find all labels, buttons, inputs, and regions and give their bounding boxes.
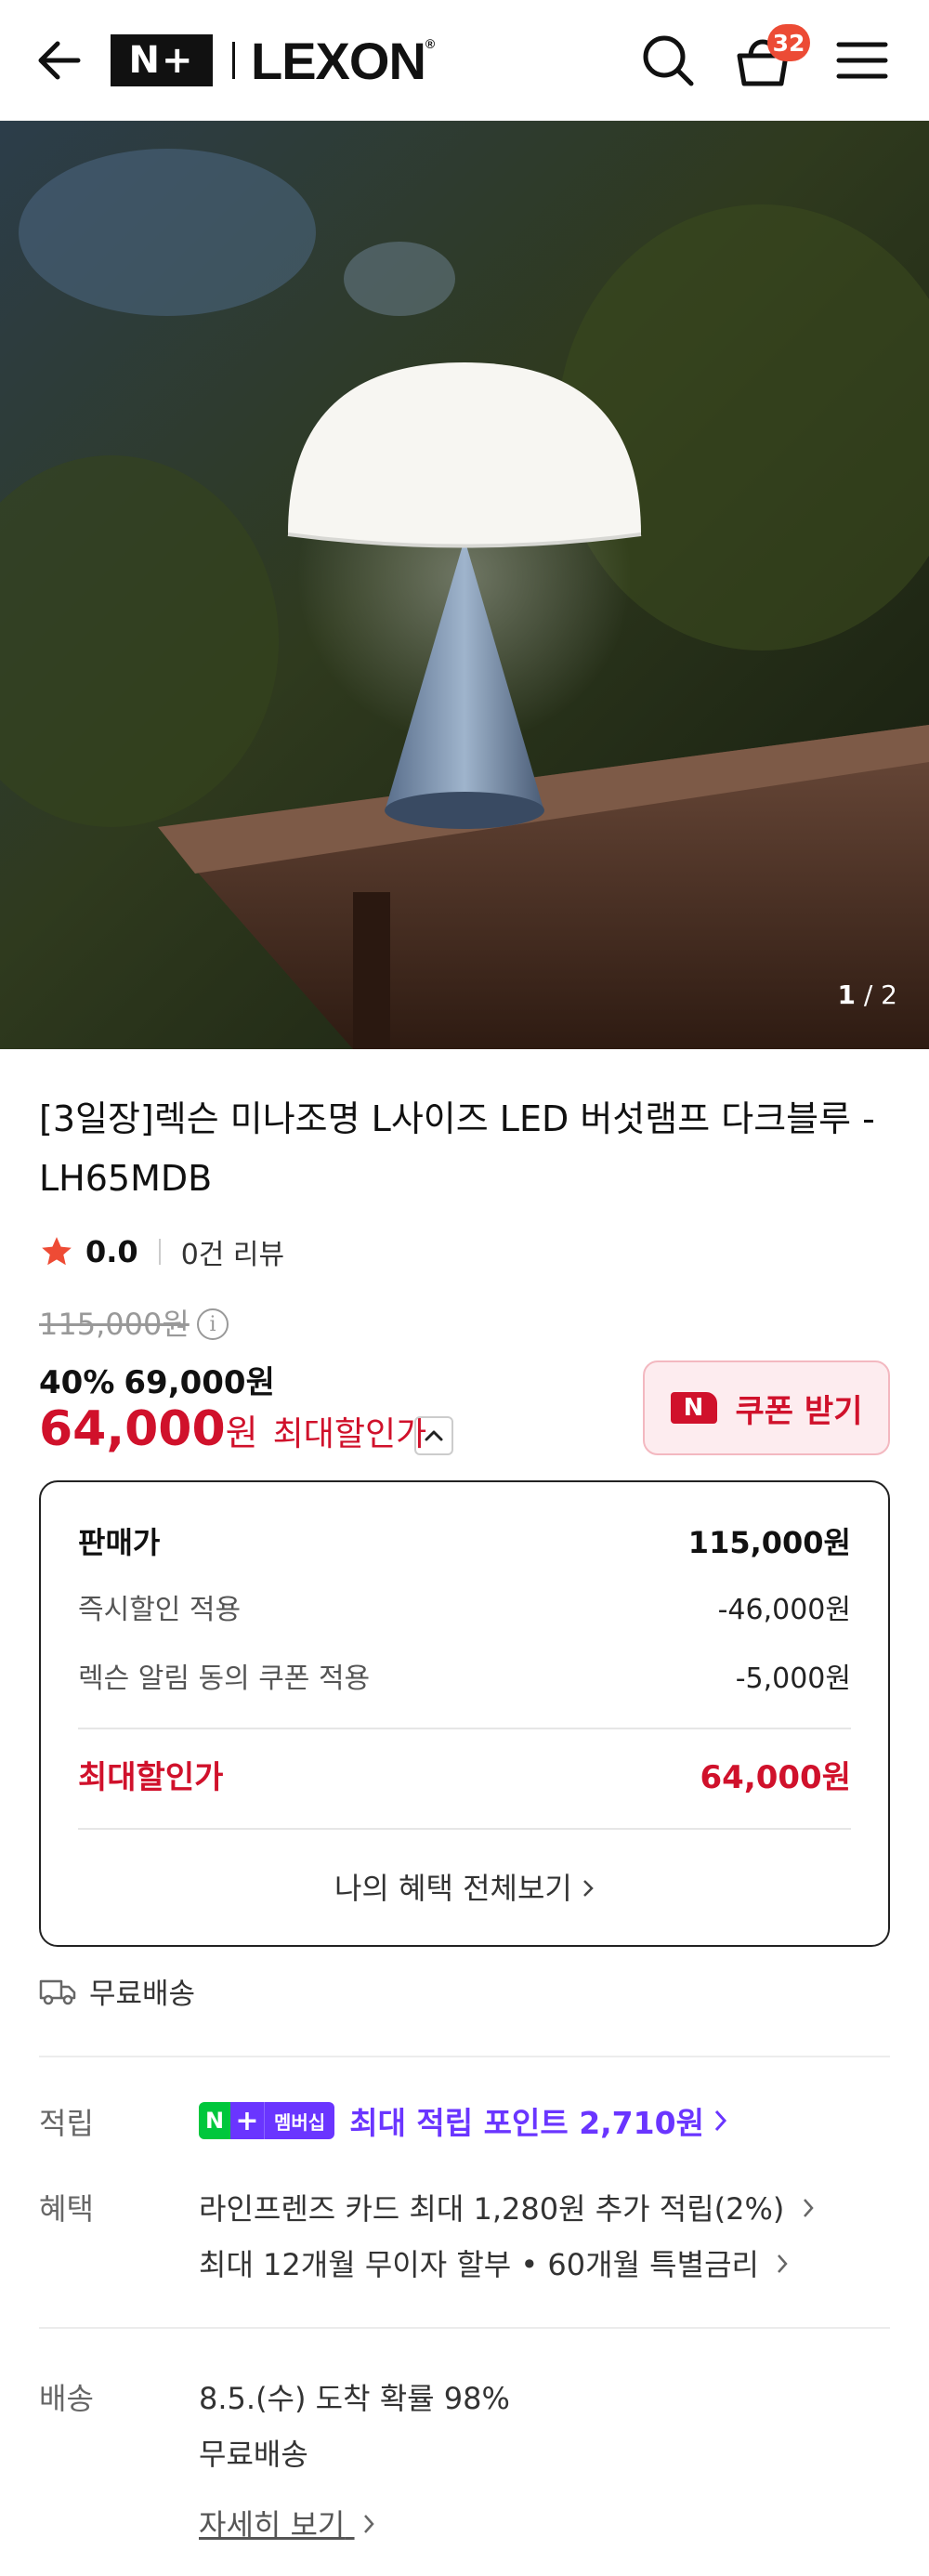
product-title: [3일장]렉슨 미나조명 L사이즈 LED 버섯램프 다크블루 - LH65MD… [39,1098,875,1199]
hamburger-menu-icon[interactable] [830,28,895,93]
chevron-right-icon [583,1880,594,1897]
breakdown-row: 렉슨 알림 동의 쿠폰 적용 -5,000원 [78,1655,851,1696]
naver-plus-logo[interactable]: N+ [111,34,213,86]
pager-separator: / [863,979,873,1010]
breakdown-label: 판매가 [78,1525,161,1560]
benefits-label: 혜택 [39,2191,94,2227]
delivery-details-link[interactable]: 자세히 보기 [199,2502,375,2544]
card-benefit-link[interactable]: 라인프렌즈 카드 최대 1,280원 추가 적립(2%) [199,2186,815,2228]
card-benefit-text: 라인프렌즈 카드 최대 1,280원 추가 적립(2%) [199,2191,785,2227]
cart-count-badge: 32 [767,24,810,61]
sale-price-row: 40% 69,000원 [39,1357,275,1402]
divider [78,1728,851,1729]
naver-n-icon: N [199,2102,230,2139]
free-shipping-label: 무료배송 [89,1978,196,2011]
arrival-estimate: 8.5.(수) 도착 확률 98% [199,2381,510,2416]
free-shipping-tag: 무료배송 [39,1970,195,2012]
get-coupon-button[interactable]: N 쿠폰 받기 [643,1360,890,1455]
naver-coupon-icon: N [670,1392,717,1424]
max-price-unit: 원 [225,1413,258,1453]
star-icon [42,1237,72,1266]
brand-divider [232,42,235,79]
back-arrow-icon[interactable] [33,33,89,88]
points-label: 적립 [39,2106,94,2141]
max-price-amount: 64,000 [39,1401,226,1457]
chevron-right-icon [803,2199,814,2217]
rating-score: 0.0 [85,1234,138,1269]
pager-current: 1 [837,979,856,1010]
chevron-right-icon [363,2515,374,2533]
breakdown-value: 115,000원 [687,1525,851,1560]
rating-row[interactable]: 0.0 0건 리뷰 [39,1229,284,1275]
divider [39,2056,890,2057]
delivery-details-label: 자세히 보기 [199,2507,346,2543]
breakdown-value: -46,000원 [717,1594,851,1626]
collapse-breakdown-button[interactable] [414,1416,453,1455]
top-header: N+ LEXON® 32 [0,0,929,121]
breakdown-label: 즉시할인 적용 [78,1594,242,1626]
view-all-benefits-link[interactable]: 나의 혜택 전체보기 [41,1865,888,1908]
divider [78,1828,851,1830]
image-pager: 1 / 2 [837,979,897,1010]
brand-registered-mark: ® [425,36,435,51]
chevron-right-icon [778,2254,788,2273]
breakdown-label: 렉슨 알림 동의 쿠폰 적용 [78,1663,371,1695]
breakdown-row: 판매가 115,000원 [78,1519,851,1562]
view-all-benefits-label: 나의 혜택 전체보기 [334,1871,572,1906]
naver-plus-membership-badge: N + 멤버십 [199,2102,335,2139]
sale-price: 69,000원 [124,1364,275,1401]
price-breakdown-box: 판매가 115,000원 즉시할인 적용 -46,000원 렉슨 알림 동의 쿠… [39,1480,890,1947]
price-info-icon[interactable]: i [197,1308,229,1340]
breakdown-row: 즉시할인 적용 -46,000원 [78,1586,851,1627]
brand-logo[interactable]: LEXON® [251,31,435,91]
brand-name: LEXON [251,32,426,90]
divider [39,2327,890,2329]
breakdown-total-row: 최대할인가 64,000원 [78,1752,851,1797]
membership-points-link[interactable]: N + 멤버십 최대 적립 포인트 2,710원 [199,2098,728,2143]
max-discount-price-row: 64,000 원 최대할인가 [39,1401,426,1457]
product-image-carousel[interactable]: 1 / 2 [0,121,929,1049]
review-count[interactable]: 0건 리뷰 [181,1231,284,1272]
truck-icon [39,1979,76,2004]
rating-divider [158,1239,161,1265]
discount-percent: 40% [39,1364,115,1401]
breakdown-value: 64,000원 [700,1759,851,1796]
membership-label: 멤버십 [264,2102,335,2139]
get-coupon-label: 쿠폰 받기 [735,1392,863,1430]
installment-benefit-text: 최대 12개월 무이자 할부 • 60개월 특별금리 [199,2247,759,2282]
chevron-right-icon [714,2109,726,2132]
max-points-text: 최대 적립 포인트 2,710원 [349,2105,704,2141]
chevron-up-icon [425,1430,443,1441]
pager-total: 2 [881,979,897,1010]
product-photo [0,121,929,1049]
search-icon[interactable] [635,28,700,93]
delivery-label: 배송 [39,2381,94,2416]
breakdown-label: 최대할인가 [78,1759,224,1796]
plus-icon: + [230,2102,264,2139]
original-price: 115,000원 [39,1307,190,1342]
delivery-fee: 무료배송 [199,2437,308,2472]
breakdown-value: -5,000원 [735,1663,851,1695]
max-price-label: 최대할인가 [272,1415,427,1453]
installment-benefit-link[interactable]: 최대 12개월 무이자 할부 • 60개월 특별금리 [199,2241,789,2284]
